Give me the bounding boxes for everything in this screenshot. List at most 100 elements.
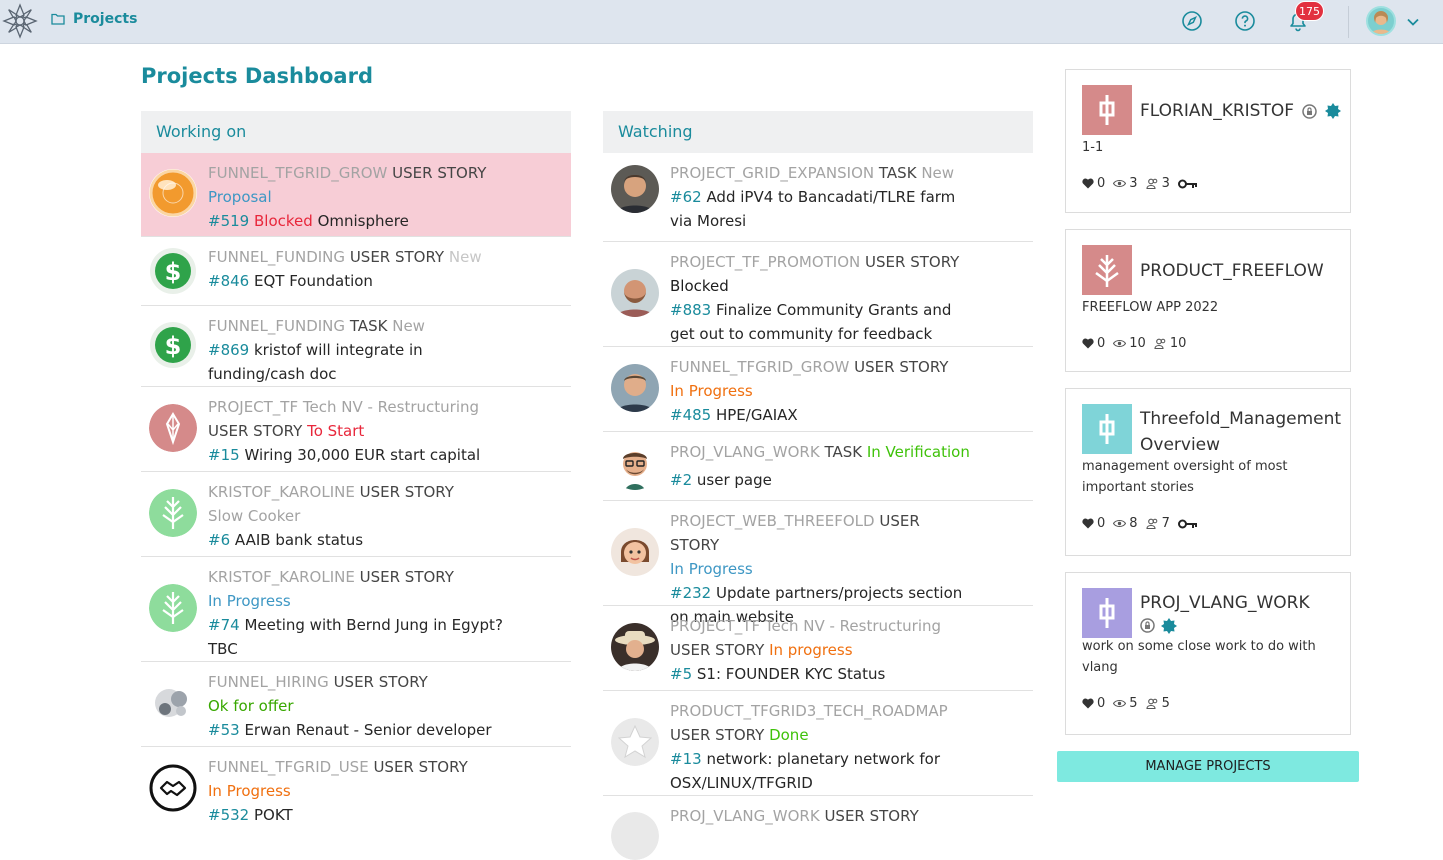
- project-name[interactable]: PRODUCT_FREEFLOW: [1140, 261, 1324, 281]
- item-number[interactable]: #13: [670, 750, 702, 768]
- story-row[interactable]: PROJECT_TF Tech NV - Restructuring USER …: [141, 387, 571, 472]
- story-row[interactable]: FUNNEL_TFGRID_GROW USER STORY In Progres…: [603, 347, 1033, 432]
- item-number[interactable]: #532: [208, 806, 249, 824]
- item-number[interactable]: #62: [670, 188, 702, 206]
- item-title[interactable]: Meeting with Bernd Jung in Egypt? TBC: [208, 616, 503, 658]
- likes: 0: [1082, 696, 1105, 711]
- story-row[interactable]: KRISTOF_KAROLINE USER STORY In Progress …: [141, 557, 571, 662]
- project-name[interactable]: FUNNEL_FUNDING: [208, 248, 345, 266]
- user-avatar[interactable]: [1366, 6, 1396, 36]
- story-row[interactable]: PRODUCT_TFGRID3_TECH_ROADMAP USER STORY …: [603, 691, 1033, 796]
- item-title[interactable]: S1: FOUNDER KYC Status: [697, 665, 885, 683]
- item-title[interactable]: Wiring 30,000 EUR start capital: [244, 446, 480, 464]
- project-name[interactable]: FUNNEL_HIRING: [208, 673, 329, 691]
- project-name[interactable]: PROJ_VLANG_WORK: [670, 807, 820, 825]
- breadcrumb-projects[interactable]: Projects: [51, 11, 137, 27]
- item-title[interactable]: Finalize Community Grants and get out to…: [670, 301, 951, 343]
- story-row[interactable]: FUNNEL_HIRING USER STORY Ok for offer #5…: [141, 662, 571, 747]
- project-name[interactable]: FUNNEL_TFGRID_GROW: [670, 358, 849, 376]
- project-name[interactable]: FUNNEL_TFGRID_USE: [208, 758, 369, 776]
- project-card[interactable]: FLORIAN_KRISTOF 1-1 0 3 3: [1065, 69, 1351, 213]
- project-avatar: [149, 169, 197, 217]
- story-row[interactable]: PROJECT_GRID_EXPANSION TASK New #62 Add …: [603, 153, 1033, 242]
- divider: [1348, 6, 1349, 38]
- chevron-down-icon[interactable]: [1406, 15, 1420, 29]
- manage-projects-button[interactable]: MANAGE PROJECTS: [1057, 751, 1359, 782]
- project-name[interactable]: Threefold_Management Overview: [1140, 409, 1341, 455]
- project-name[interactable]: FUNNEL_FUNDING: [208, 317, 345, 335]
- item-title[interactable]: AAIB bank status: [235, 531, 363, 549]
- badge-icon: [1161, 618, 1177, 634]
- project-stats: 0 3 3: [1082, 176, 1334, 191]
- notification-badge: 175: [1295, 1, 1324, 21]
- heart-icon: [1082, 178, 1094, 189]
- status-label: In Progress: [670, 382, 753, 400]
- project-name[interactable]: PRODUCT_TFGRID3_TECH_ROADMAP: [670, 702, 948, 720]
- story-row[interactable]: KRISTOF_KAROLINE USER STORY Slow Cooker …: [141, 472, 571, 557]
- project-name[interactable]: KRISTOF_KAROLINE: [208, 483, 355, 501]
- help-icon[interactable]: [1234, 10, 1256, 32]
- item-number[interactable]: #869: [208, 341, 249, 359]
- status-label: In Verification: [866, 443, 970, 461]
- project-description: FREEFLOW APP 2022: [1082, 300, 1219, 315]
- eye-icon: [1113, 339, 1127, 348]
- watchers: 10: [1113, 336, 1146, 351]
- item-number[interactable]: #846: [208, 272, 249, 290]
- item-title[interactable]: EQT Foundation: [254, 272, 373, 290]
- item-title[interactable]: HPE/GAIAX: [716, 406, 798, 424]
- members: 3: [1146, 176, 1170, 191]
- project-name[interactable]: PROJECT_WEB_THREEFOLD: [670, 512, 875, 530]
- item-title[interactable]: Add iPV4 to Bancadati/TLRE farm via More…: [670, 188, 955, 230]
- project-name[interactable]: KRISTOF_KAROLINE: [208, 568, 355, 586]
- item-number[interactable]: #6: [208, 531, 230, 549]
- story-row[interactable]: PROJECT_TF_PROMOTION USER STORY Blocked …: [603, 242, 1033, 347]
- project-name[interactable]: PROJ_VLANG_WORK: [1140, 593, 1310, 613]
- project-description: 1-1: [1082, 140, 1104, 155]
- item-number[interactable]: #232: [670, 584, 711, 602]
- project-name[interactable]: FLORIAN_KRISTOF: [1140, 98, 1294, 124]
- story-row[interactable]: PROJECT_TF Tech NV - Restructuring USER …: [603, 606, 1033, 691]
- item-number[interactable]: #519: [208, 212, 249, 230]
- story-row[interactable]: FUNNEL_TFGRID_GROW USER STORY Proposal #…: [141, 153, 571, 237]
- item-title[interactable]: Omnisphere: [318, 212, 409, 230]
- project-avatar: [149, 764, 197, 812]
- item-number[interactable]: #485: [670, 406, 711, 424]
- item-kind: USER STORY: [392, 164, 487, 182]
- item-number[interactable]: #2: [670, 471, 692, 489]
- story-row[interactable]: FUNNEL_TFGRID_USE USER STORY In Progress…: [141, 747, 571, 837]
- item-number[interactable]: #883: [670, 301, 711, 319]
- lock-icon: [1302, 103, 1317, 119]
- item-title[interactable]: Erwan Renaut - Senior developer: [244, 721, 491, 739]
- working-on-heading: Working on: [141, 111, 571, 153]
- user-avatar: [611, 442, 659, 490]
- project-name[interactable]: PROJECT_TF Tech NV - Restructuring: [208, 398, 479, 416]
- item-title[interactable]: user page: [697, 471, 772, 489]
- project-card[interactable]: PRODUCT_FREEFLOW FREEFLOW APP 2022 0 10 …: [1065, 229, 1351, 372]
- compass-icon[interactable]: [1181, 10, 1203, 32]
- project-name[interactable]: PROJECT_TF Tech NV - Restructuring: [670, 617, 941, 635]
- story-row[interactable]: $ FUNNEL_FUNDING USER STORY New #846 EQT…: [141, 237, 571, 306]
- story-row[interactable]: PROJ_VLANG_WORK USER STORY: [603, 796, 1033, 860]
- project-name[interactable]: PROJECT_TF_PROMOTION: [670, 253, 860, 271]
- item-title[interactable]: POKT: [254, 806, 293, 824]
- story-row[interactable]: PROJECT_WEB_THREEFOLD USER STORY In Prog…: [603, 501, 1033, 626]
- story-row[interactable]: PROJ_VLANG_WORK TASK In Verification #2 …: [603, 432, 1033, 501]
- item-number[interactable]: #53: [208, 721, 240, 739]
- item-number[interactable]: #74: [208, 616, 240, 634]
- logo-icon[interactable]: [2, 3, 38, 39]
- item-number[interactable]: #15: [208, 446, 240, 464]
- project-card[interactable]: Threefold_Management Overview management…: [1065, 388, 1351, 556]
- project-name[interactable]: FUNNEL_TFGRID_GROW: [208, 164, 387, 182]
- item-kind: USER STORY: [208, 422, 303, 440]
- status-label: In Progress: [670, 560, 753, 578]
- status-label: To Start: [307, 422, 365, 440]
- project-name[interactable]: PROJECT_GRID_EXPANSION: [670, 164, 874, 182]
- project-name[interactable]: PROJ_VLANG_WORK: [670, 443, 820, 461]
- project-avatar: $: [149, 247, 197, 295]
- project-card[interactable]: PROJ_VLANG_WORK work on some close work …: [1065, 572, 1351, 735]
- item-kind: USER STORY: [373, 758, 468, 776]
- item-number[interactable]: #5: [670, 665, 692, 683]
- item-title[interactable]: network: planetary network for OSX/LINUX…: [670, 750, 940, 792]
- story-row[interactable]: $ FUNNEL_FUNDING TASK New #869 kristof w…: [141, 306, 571, 387]
- status-label: New: [921, 164, 955, 182]
